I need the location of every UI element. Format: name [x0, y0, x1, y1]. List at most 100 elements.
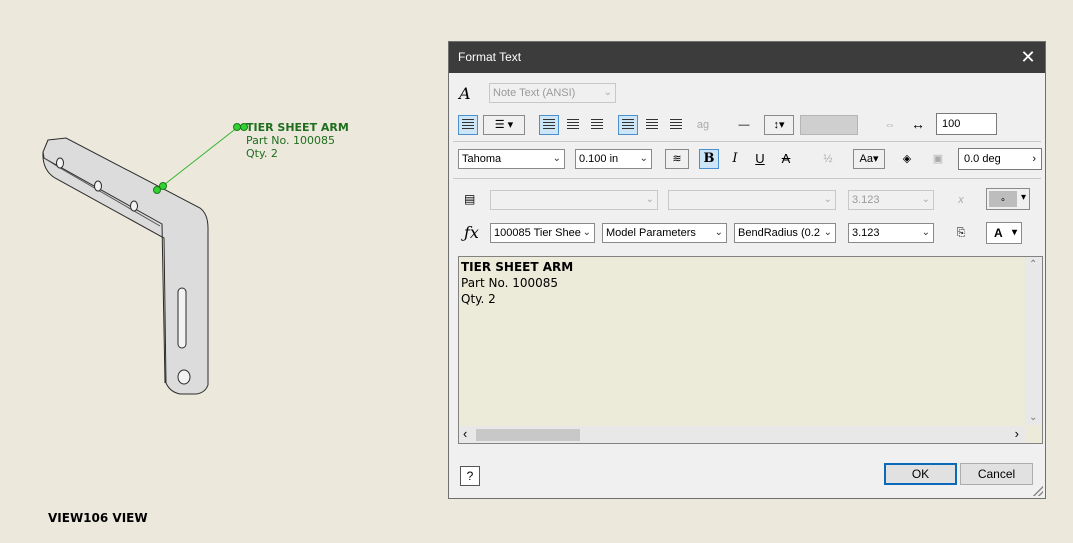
line-spacing-button[interactable]: ↕▾ [764, 115, 794, 135]
horizontal-rule-button[interactable]: — [734, 115, 754, 135]
chevron-down-icon: ⌄ [603, 87, 612, 98]
chevron-right-icon[interactable]: › [1015, 426, 1019, 441]
leader-note-line: Qty. 2 [246, 147, 278, 160]
editor-line: Qty. 2 [461, 292, 496, 306]
drawing-canvas[interactable] [0, 0, 440, 543]
chevron-up-icon[interactable]: ⌃ [1029, 259, 1037, 270]
width-scale-input[interactable]: 100 [936, 113, 997, 135]
text-color-label: A [994, 226, 1003, 240]
resize-grip-icon[interactable] [1033, 486, 1043, 496]
vertical-scrollbar[interactable]: ⌃ ⌄ [1025, 257, 1042, 425]
line-spacing-value [800, 115, 858, 135]
chevron-down-icon: ⌄ [921, 227, 930, 238]
paint-bucket-icon: ◈ [902, 153, 912, 165]
stack-layers-icon: ≋ [672, 153, 682, 165]
align-center-icon [567, 119, 579, 131]
ok-button[interactable]: OK [884, 463, 957, 485]
function-icon: ƒx [464, 223, 479, 242]
italic-button[interactable]: I [725, 149, 745, 169]
horizontal-rule-icon: — [738, 119, 750, 131]
leader-note[interactable]: TIER SHEET ARM Part No. 100085 Qty. 2 [246, 121, 349, 160]
symbol-swatch-icon: ∘ [989, 191, 1017, 207]
dialog-titlebar[interactable]: Format Text ✕ [449, 42, 1045, 73]
font-select[interactable]: Tahoma ⌄ [458, 149, 565, 169]
fit-text-icon: ⇔ [884, 119, 896, 131]
parameter-source-select[interactable]: Model Parameters ⌄ [602, 223, 727, 243]
align-middle-icon [646, 119, 658, 131]
parameter-value: BendRadius (0.2 [738, 227, 820, 239]
fraction-icon: ½ [823, 153, 833, 165]
align-middle-button[interactable] [642, 115, 662, 135]
chevron-right-icon: › [1032, 153, 1036, 165]
text-style-value: Note Text (ANSI) [493, 87, 576, 99]
component-select[interactable]: 100085 Tier Shee ⌄ [490, 223, 595, 243]
horizontal-scrollbar[interactable]: ‹ › [459, 426, 1025, 443]
align-bottom-button[interactable] [666, 115, 686, 135]
background-fill-button[interactable]: ◈ [897, 149, 917, 169]
chevron-down-icon: ⌄ [823, 227, 832, 238]
chevron-left-icon[interactable]: ‹ [463, 426, 467, 441]
align-left-button[interactable] [539, 115, 559, 135]
view-label: VIEW106 VIEW [48, 511, 148, 525]
cancel-button[interactable]: Cancel [960, 463, 1033, 485]
numbered-list-button[interactable]: ☰ ▾ [483, 115, 525, 135]
chevron-down-icon: ⌄ [645, 194, 654, 205]
stack-button[interactable]: ag [693, 115, 713, 135]
chevron-down-icon: ⌄ [714, 227, 723, 238]
underline-button[interactable]: U [750, 149, 770, 169]
fraction-button[interactable]: ½ [818, 149, 838, 169]
symbol-picker-button[interactable]: ∘ ▾ [986, 188, 1030, 210]
text-layer-button[interactable]: ≋ [665, 149, 689, 169]
case-button[interactable]: Aa▾ [853, 149, 885, 169]
fit-text-button[interactable]: ⇔ [880, 115, 900, 135]
help-icon: ? [466, 469, 474, 483]
rotation-input[interactable]: 0.0 deg › [958, 148, 1042, 170]
parameter-source-value: Model Parameters [606, 227, 696, 239]
bold-button[interactable]: B [699, 149, 719, 169]
font-size-value: 0.100 in [579, 153, 619, 165]
toolbar-divider [453, 178, 1041, 179]
property-precision-select: 3.123 ⌄ [848, 190, 934, 210]
chevron-down-icon[interactable]: ⌄ [1029, 412, 1037, 423]
strikethrough-button[interactable]: A [776, 149, 796, 169]
frame-button[interactable]: ▣ [928, 149, 948, 169]
close-icon[interactable]: ✕ [1017, 46, 1039, 68]
scrollbar-thumb[interactable] [476, 429, 580, 441]
case-icon: Aa▾ [859, 153, 879, 165]
chevron-down-icon: ▾ [1020, 192, 1026, 203]
help-button[interactable]: ? [460, 466, 480, 486]
chevron-down-icon: ⌄ [921, 194, 930, 205]
chevron-down-icon: ▾ [1011, 227, 1017, 238]
align-right-button[interactable] [587, 115, 607, 135]
frame-icon: ▣ [932, 153, 944, 165]
add-property-button[interactable]: x [951, 190, 971, 210]
italic-icon: I [732, 151, 738, 166]
underline-icon: U [755, 151, 765, 166]
bullet-list-button[interactable] [458, 115, 478, 135]
leader-note-line: TIER SHEET ARM [246, 121, 349, 134]
add-parameter-button[interactable]: ⎘ [951, 223, 971, 243]
bold-icon: B [703, 151, 715, 166]
text-editor[interactable]: TIER SHEET ARM Part No. 100085 Qty. 2 ⌃ … [458, 256, 1043, 444]
dialog-title: Format Text [458, 50, 522, 64]
numbered-list-icon: ☰ ▾ [494, 119, 514, 131]
property-type-select: ⌄ [490, 190, 658, 210]
property-select: ⌄ [668, 190, 836, 210]
font-size-select[interactable]: 0.100 in ⌄ [575, 149, 652, 169]
insert-parameter-icon: ⎘ [956, 227, 966, 239]
leader-line [153, 123, 248, 194]
align-center-button[interactable] [563, 115, 583, 135]
parameter-select[interactable]: BendRadius (0.2 ⌄ [734, 223, 836, 243]
precision-select[interactable]: 3.123 ⌄ [848, 223, 934, 243]
font-value: Tahoma [462, 153, 502, 165]
bullet-list-icon [462, 119, 474, 131]
align-left-icon [543, 119, 555, 131]
strikethrough-icon: A [781, 151, 791, 166]
width-scale-icon: ↔ [911, 116, 925, 132]
text-color-button[interactable]: A ▾ [986, 222, 1022, 244]
format-text-dialog: Format Text ✕ A Note Text (ANSI) ⌄ ☰ ▾ ag… [448, 41, 1046, 499]
component-value: 100085 Tier Shee [494, 227, 581, 239]
add-text-parameter-icon: x [958, 194, 964, 206]
align-top-button[interactable] [618, 115, 638, 135]
chevron-down-icon: ⌄ [552, 153, 561, 164]
